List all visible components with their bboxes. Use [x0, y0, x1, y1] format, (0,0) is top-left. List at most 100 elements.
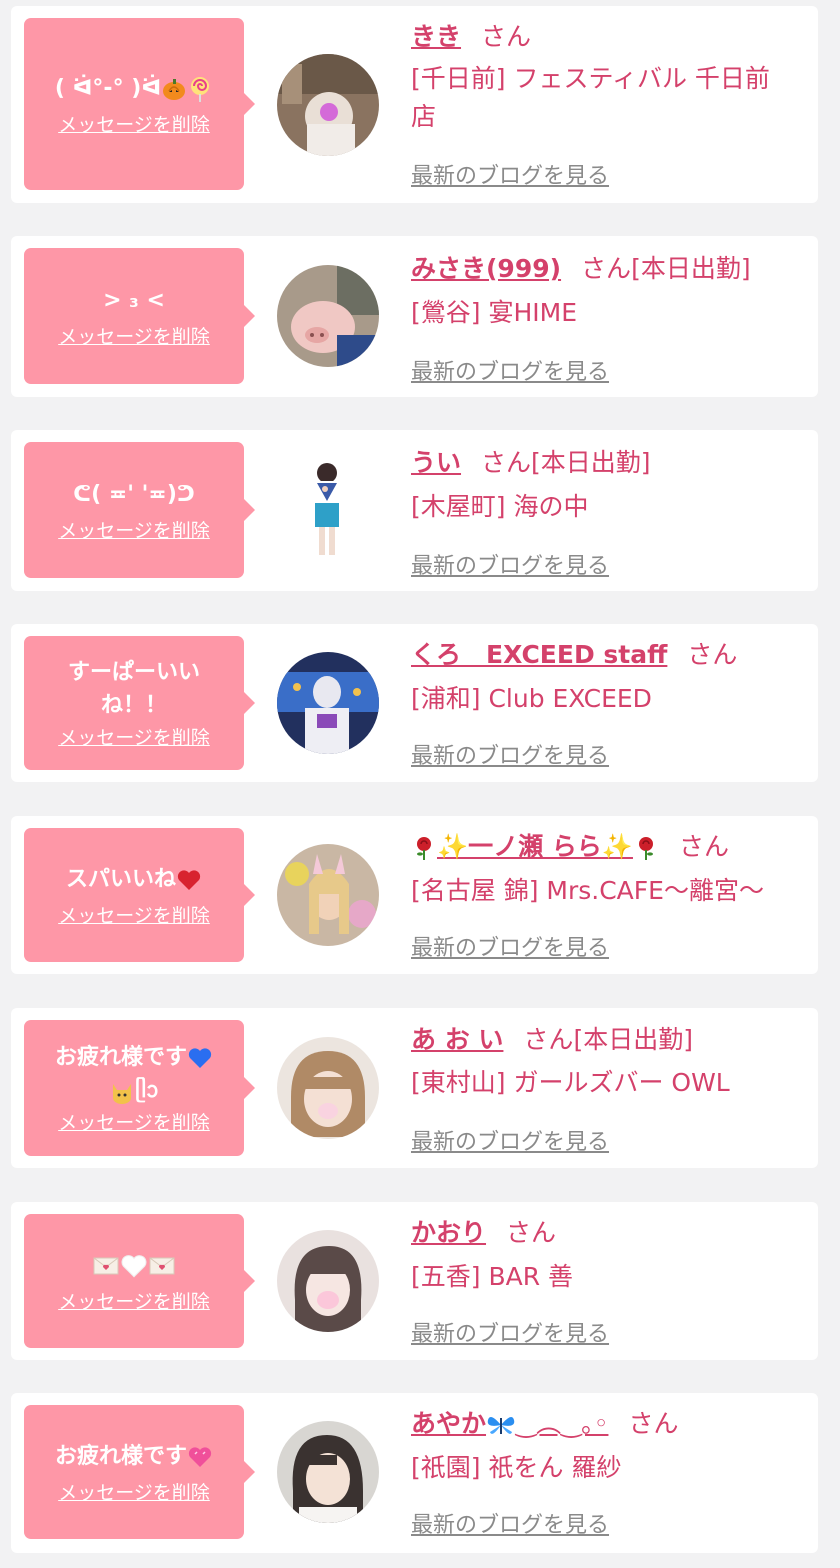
message-bubble: > ₃ < メッセージを削除 — [24, 248, 255, 384]
message-bubble: お疲れ様です メッセージを削除 — [24, 1405, 255, 1539]
delete-message-link[interactable]: メッセージを削除 — [58, 904, 210, 928]
cast-name-link[interactable]: あ お い — [411, 1025, 503, 1054]
message-card: メッセージを削除 かおり さん [五香] BAR 善 最新のブログを見る — [11, 1202, 818, 1360]
message-bubble: ( ᐛ°-° )ᐛ メッセージを削除 — [24, 18, 255, 190]
shop-text: [千日前] フェスティバル 千日前店 — [411, 64, 770, 131]
message-bubble: ᕦ( ≖' '≖)ᕤ メッセージを削除 — [24, 442, 255, 578]
message-text-content: お疲れ様です — [54, 1443, 187, 1469]
blue-heart-icon — [188, 1048, 212, 1068]
honorific: さん — [506, 1218, 557, 1247]
cast-name-line: あやか ‿︵‿｡◦ さん — [411, 1405, 794, 1443]
avatar[interactable] — [277, 1421, 379, 1523]
lollipop-icon — [191, 76, 210, 102]
delete-message-link[interactable]: メッセージを削除 — [58, 726, 210, 750]
cast-name-link[interactable]: くろ EXCEED staff — [411, 640, 667, 669]
butterfly-icon — [487, 1416, 515, 1434]
message-text: > ₃ < — [103, 287, 165, 313]
message-text: ( ᐛ°-° )ᐛ — [55, 72, 213, 105]
message-text-content: お疲れ様です — [54, 1045, 187, 1070]
avatar[interactable] — [277, 844, 379, 946]
cast-name-link[interactable]: うい — [411, 448, 461, 477]
latest-blog-link[interactable]: 最新のブログを見る — [411, 1316, 609, 1348]
avatar[interactable] — [277, 1230, 379, 1332]
love-letter-icon — [93, 1257, 119, 1274]
cast-name-line: くろ EXCEED staff さん — [411, 636, 794, 674]
message-text-content: ( ᐛ°-° )ᐛ — [54, 75, 162, 101]
cast-name-link[interactable]: かおり — [411, 1218, 486, 1247]
delete-message-link[interactable]: メッセージを削除 — [58, 1290, 210, 1314]
pink-heart-icon — [188, 1446, 212, 1467]
message-card: すーぱーいいね！！ メッセージを削除 くろ EXCEED staff さん [浦和… — [11, 624, 818, 782]
delete-message-link[interactable]: メッセージを削除 — [58, 1481, 210, 1505]
message-bubble: お疲れ様です ᥫᩣ メッセージを削除 — [24, 1020, 255, 1156]
pumpkin-icon — [163, 78, 186, 100]
message-text: すーぱーいいね！！ — [67, 660, 200, 718]
honorific: さん — [481, 448, 532, 477]
shop-text: [東村山] ガールズバー OWL — [411, 1068, 730, 1097]
honorific: さん — [678, 832, 729, 861]
honorific: さん — [687, 640, 738, 669]
delete-message-link[interactable]: メッセージを削除 — [58, 113, 210, 137]
shop-text: [祇園] 祇をん 羅紗 — [411, 1453, 622, 1482]
latest-blog-link[interactable]: 最新のブログを見る — [411, 1507, 609, 1539]
message-text — [92, 1249, 176, 1282]
rose-icon — [638, 837, 653, 860]
cast-name-line: みさき(999) さん[本日出勤] — [411, 250, 794, 288]
message-card: ( ᐛ°-° )ᐛ メッセージを削除 きき さん [千日前] フェスティバル 千日… — [11, 6, 818, 203]
avatar[interactable] — [277, 1037, 379, 1139]
message-card: スパいいね メッセージを削除 ✨一ノ瀬 らら✨ さん [名古屋 錦] Mrs.CA… — [11, 816, 818, 974]
avatar[interactable] — [277, 265, 379, 367]
message-text: ᕦ( ≖' '≖)ᕤ — [73, 481, 195, 507]
honorific: さん — [481, 22, 532, 51]
honorific: さん — [523, 1025, 574, 1054]
latest-blog-link[interactable]: 最新のブログを見る — [411, 930, 609, 962]
delete-message-link[interactable]: メッセージを削除 — [58, 519, 210, 543]
message-text: お疲れ様です — [55, 1440, 213, 1473]
delete-message-link[interactable]: メッセージを削除 — [58, 325, 210, 349]
cast-name-link[interactable]: あやか ‿︵‿｡◦ — [411, 1409, 608, 1438]
shop-text: [五香] BAR 善 — [411, 1262, 574, 1291]
status-text: [本日出勤] — [531, 448, 651, 477]
cast-name-line: きき さん — [411, 18, 794, 56]
cast-name-line: あ お いさん[本日出勤] — [411, 1021, 794, 1059]
message-card: ᕦ( ≖' '≖)ᕤ メッセージを削除 うい さん[本日出勤] [木屋町] 海の中… — [11, 430, 818, 591]
cast-name-text: ✨一ノ瀬 らら✨ — [437, 832, 633, 861]
shop-text: [木屋町] 海の中 — [411, 492, 589, 521]
shop-text: [浦和] Club EXCEED — [411, 684, 652, 713]
status-text: [本日出勤] — [631, 254, 751, 283]
white-heart-icon — [121, 1254, 147, 1278]
status-text: [本日出勤] — [573, 1025, 693, 1054]
message-bubble: メッセージを削除 — [24, 1214, 255, 1348]
latest-blog-link[interactable]: 最新のブログを見る — [411, 354, 609, 386]
message-card: お疲れ様です メッセージを削除 あやか ‿︵‿｡◦ さん [祇園] 祇をん 羅紗 最… — [11, 1393, 818, 1553]
rose-icon — [417, 837, 431, 860]
cat-face-icon — [113, 1084, 132, 1104]
message-bubble: スパいいね メッセージを削除 — [24, 828, 255, 962]
cast-name-link[interactable]: みさき(999) — [411, 254, 561, 283]
message-card: お疲れ様です ᥫᩣ メッセージを削除 あ お いさん[本日出勤] [東村山] ガ… — [11, 1008, 818, 1168]
delete-message-link[interactable]: メッセージを削除 — [58, 1111, 210, 1135]
message-card: > ₃ < メッセージを削除 みさき(999) さん[本日出勤] [鶯谷] 宴HI… — [11, 236, 818, 397]
cast-name-line: かおり さん — [411, 1214, 794, 1252]
latest-blog-link[interactable]: 最新のブログを見る — [411, 1124, 609, 1156]
message-text-content: スパいいね — [65, 866, 176, 892]
honorific: さん — [628, 1409, 679, 1438]
latest-blog-link[interactable]: 最新のブログを見る — [411, 738, 609, 770]
cast-name-line: うい さん[本日出勤] — [411, 444, 794, 482]
message-text-line2: ᥫᩣ — [135, 1078, 159, 1103]
message-text: スパいいね — [66, 863, 202, 896]
cast-name-text: あやか — [411, 1409, 487, 1438]
red-heart-icon — [177, 869, 201, 890]
latest-blog-link[interactable]: 最新のブログを見る — [411, 158, 609, 190]
cast-name-line: ✨一ノ瀬 らら✨ さん — [411, 828, 794, 866]
message-bubble: すーぱーいいね！！ メッセージを削除 — [24, 636, 255, 770]
cast-name-link[interactable]: ✨一ノ瀬 らら✨ — [411, 832, 659, 861]
shop-text: [鶯谷] 宴HIME — [411, 298, 577, 327]
latest-blog-link[interactable]: 最新のブログを見る — [411, 548, 609, 580]
cast-name-link[interactable]: きき — [411, 22, 461, 51]
avatar[interactable] — [277, 54, 379, 156]
avatar[interactable] — [277, 459, 379, 561]
love-letter-icon — [149, 1257, 175, 1274]
cast-name-suffix: ‿︵‿｡◦ — [516, 1409, 609, 1438]
avatar[interactable] — [277, 652, 379, 754]
